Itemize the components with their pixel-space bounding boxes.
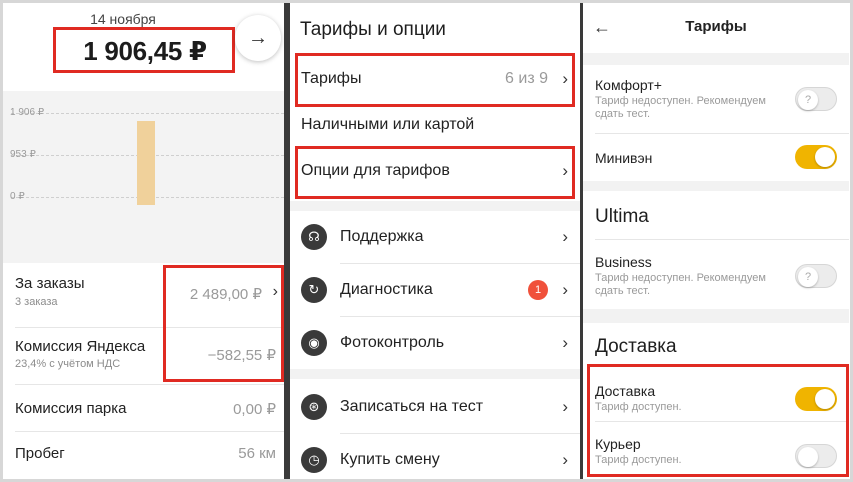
orders-count: 3 заказа (15, 296, 58, 308)
page-title: Тарифы и опции (300, 19, 446, 40)
date-label: 14 ноября (90, 11, 156, 27)
notification-badge: 1 (528, 280, 548, 300)
tariff-item-business[interactable]: Business Тариф недоступен. Рекомендуем с… (583, 240, 849, 308)
menu-item-label: Диагностика (340, 281, 433, 298)
menu-item-buy-shift[interactable]: ◷ Купить смену › (290, 434, 580, 479)
menu-item-label: Поддержка (340, 228, 424, 245)
steering-wheel-icon: ⊛ (301, 394, 327, 420)
section-title: Доставка (595, 336, 677, 357)
menu-item-book-test[interactable]: ⊛ Записаться на тест › (290, 381, 580, 433)
amounts-highlight (163, 265, 284, 382)
headset-icon: ☊ (301, 224, 327, 250)
next-button[interactable]: → (235, 15, 281, 61)
refresh-icon: ↻ (301, 277, 327, 303)
section-gap (290, 369, 580, 379)
section-gap (583, 53, 849, 65)
tariff-name: Комфорт+ (595, 77, 662, 93)
tariff-toggle[interactable] (795, 145, 837, 169)
y-tick-label: 953 ₽ (10, 149, 36, 160)
mileage-row: Пробег 56 км (3, 432, 284, 478)
park-commission-row: Комиссия парка 0,00 ₽ (3, 385, 284, 431)
chevron-right-icon: › (562, 450, 568, 469)
section-gap (583, 181, 849, 191)
chevron-right-icon: › (562, 227, 568, 246)
yandex-commission-note: 23,4% с учётом НДС (15, 358, 121, 370)
chevron-right-icon: › (562, 280, 568, 299)
earnings-panel: 14 ноября 1 906,45 ₽ → 1 906 ₽ 953 ₽ 0 ₽… (3, 3, 284, 479)
y-tick-label: 1 906 ₽ (10, 107, 45, 118)
tariff-name: Business (595, 254, 652, 270)
camera-icon: ◉ (301, 330, 327, 356)
menu-item-diagnostics[interactable]: ↻ Диагностика 1 › (290, 264, 580, 316)
tariff-toggle[interactable]: ? (795, 264, 837, 288)
section-gap (583, 309, 849, 323)
tariffs-panel: ← Тарифы Комфорт+ Тариф недоступен. Реко… (583, 3, 849, 479)
tariff-status: Тариф недоступен. Рекомендуем сдать тест… (595, 95, 766, 120)
menu-item-label: Записаться на тест (340, 398, 484, 415)
payment-label: Наличными или картой (301, 116, 475, 133)
orders-label: За заказы (15, 275, 85, 292)
menu-item-photocontrol[interactable]: ◉ Фотоконтроль › (290, 317, 580, 369)
chevron-right-icon: › (562, 333, 568, 352)
chart-bar (136, 121, 155, 205)
section-title: Ultima (595, 206, 649, 227)
tariff-item-comfort-plus[interactable]: Комфорт+ Тариф недоступен. Рекомендуем с… (583, 65, 849, 133)
yandex-commission-label: Комиссия Яндекса (15, 338, 146, 355)
mileage-value: 56 км (238, 445, 276, 462)
clock-icon: ◷ (301, 447, 327, 473)
toggle-knob (815, 147, 835, 167)
mileage-label: Пробег (15, 445, 65, 462)
question-icon: ? (798, 267, 818, 287)
delivery-highlight (587, 364, 849, 477)
header: ← Тарифы (583, 3, 849, 53)
menu-item-label: Фотоконтроль (340, 334, 445, 351)
balance-highlight (53, 27, 235, 73)
question-icon: ? (798, 90, 818, 110)
tariff-status: Тариф недоступен. Рекомендуем сдать тест… (595, 272, 766, 297)
payment-row[interactable]: Наличными или картой (290, 99, 580, 151)
menu-item-support[interactable]: ☊ Поддержка › (290, 211, 580, 263)
tariff-item-minivan[interactable]: Минивэн (583, 134, 849, 180)
park-commission-value: 0,00 ₽ (233, 401, 276, 418)
menu-item-label: Купить смену (340, 451, 440, 468)
earnings-chart: 1 906 ₽ 953 ₽ 0 ₽ 11121314151617 (3, 91, 284, 333)
tariff-name: Минивэн (595, 150, 653, 166)
tariff-options-highlight (295, 146, 575, 199)
y-tick-label: 0 ₽ (10, 191, 25, 202)
tariff-toggle[interactable]: ? (795, 87, 837, 111)
chevron-right-icon: › (562, 397, 568, 416)
page-title: Тарифы (685, 18, 747, 35)
section-gap (290, 201, 580, 211)
park-commission-label: Комиссия парка (15, 400, 127, 417)
options-panel: Тарифы и опции Тарифы 6 из 9 › Наличными… (290, 3, 580, 479)
gridline (11, 113, 284, 114)
arrow-right-icon: → (248, 26, 268, 49)
